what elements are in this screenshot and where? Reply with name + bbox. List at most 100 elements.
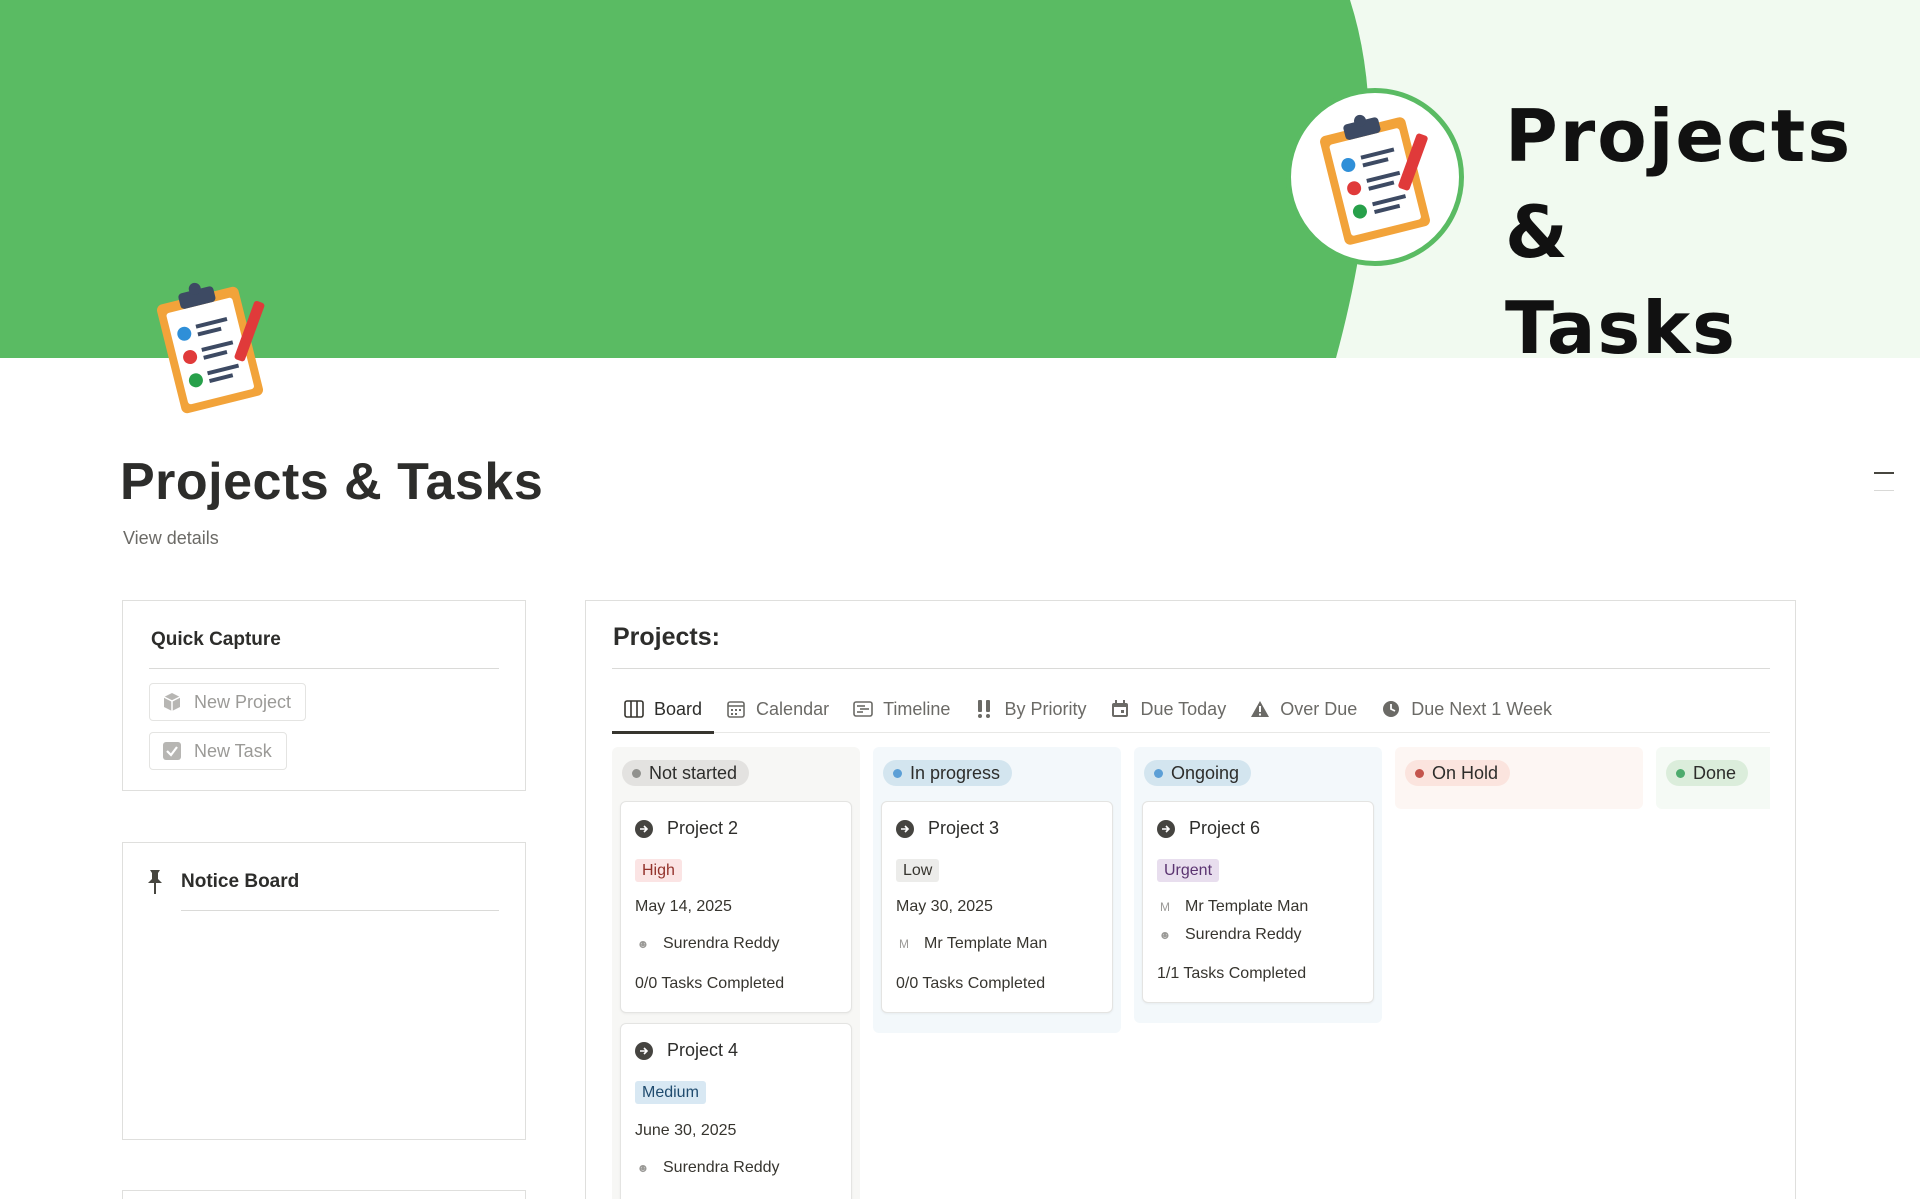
due-date: May 30, 2025 [896, 898, 993, 915]
status-dot [893, 768, 902, 778]
board-icon [624, 699, 644, 719]
timeline-icon [853, 699, 873, 719]
tab-label: Due Next 1 Week [1411, 698, 1552, 719]
toc-line [1874, 472, 1894, 474]
person-row: ☻ Surendra Reddy [1157, 926, 1302, 944]
status-dot [1415, 768, 1424, 778]
notice-board-card: Notice Board [122, 842, 526, 1140]
quick-capture-title: Quick Capture [151, 629, 281, 650]
divider [181, 910, 499, 911]
column-not-started: Not started Project 2 High May 14, 2025 … [612, 747, 860, 1199]
project-name: Project 6 [1189, 818, 1261, 838]
project-card[interactable]: Project 6 Urgent M Mr Template Man ☻ Suren… [1142, 801, 1374, 1003]
status-badge[interactable]: Ongoing [1144, 760, 1252, 786]
cover-title-line1: Projects & [1505, 94, 1853, 274]
arrow-right-icon [635, 1041, 653, 1060]
page-title: Projects & Tasks [120, 453, 544, 511]
priority-tag: Low [896, 859, 940, 882]
person-row: M Mr Template Man [896, 935, 1047, 953]
status-label: On Hold [1432, 762, 1499, 783]
column-in-progress: In progress Project 3 Low May 30, 2025 M… [873, 747, 1121, 1033]
new-task-label: New Task [194, 740, 272, 761]
calendar-today-icon [1110, 699, 1130, 719]
status-dot [1154, 768, 1163, 778]
task-progress: 0/0 Tasks Completed [896, 975, 1046, 992]
tab-label: By Priority [1004, 698, 1087, 719]
clipboard-icon [1320, 114, 1430, 245]
clock-icon [1381, 699, 1401, 719]
project-name: Project 4 [667, 1040, 739, 1060]
new-project-button[interactable]: New Project [149, 683, 307, 721]
project-card[interactable]: Project 4 Medium June 30, 2025 ☻ Surendra… [620, 1023, 852, 1199]
priority-tag: High [635, 859, 682, 882]
view-tabs: Board Calendar Timeline By Priority Due … [612, 685, 1770, 734]
arrow-right-icon [1157, 819, 1175, 838]
task-progress: 1/1 Tasks Completed [1157, 965, 1307, 982]
status-badge[interactable]: On Hold [1405, 760, 1511, 786]
tab-calendar[interactable]: Calendar [714, 685, 841, 733]
arrow-right-icon [635, 819, 653, 838]
page-icon[interactable] [150, 272, 276, 416]
divider [612, 668, 1770, 669]
column-ongoing: Ongoing Project 6 Urgent M Mr Template Ma… [1134, 747, 1382, 1023]
projects-panel: Projects: Board Calendar Timeline By Pri… [585, 600, 1796, 1199]
projects-title: Projects: [613, 623, 720, 651]
person-name: Surendra Reddy [663, 1159, 780, 1176]
view-details-link[interactable]: View details [123, 528, 219, 549]
tab-label: Board [654, 698, 703, 719]
avatar: ☻ [636, 937, 650, 951]
status-badge[interactable]: In progress [883, 760, 1013, 786]
due-date: June 30, 2025 [635, 1122, 737, 1139]
person-name: Mr Template Man [924, 935, 1048, 952]
cover-banner: Projects & Tasks [0, 0, 1920, 358]
status-label: Done [1693, 762, 1737, 783]
cube-icon [162, 692, 182, 712]
clipboard-icon [156, 282, 265, 414]
divider [149, 668, 499, 669]
column-done: Done [1656, 747, 1770, 809]
double-exclamation-icon [974, 699, 994, 719]
status-dot [1676, 768, 1685, 778]
tab-label: Due Today [1140, 698, 1227, 719]
status-badge[interactable]: Done [1666, 760, 1749, 786]
project-card[interactable]: Project 2 High May 14, 2025 ☻ Surendra Re… [620, 801, 852, 1013]
tab-label: Timeline [883, 698, 951, 719]
tab-board[interactable]: Board [612, 685, 715, 734]
table-of-contents-toggle[interactable] [1874, 472, 1894, 507]
tab-due-today[interactable]: Due Today [1098, 685, 1238, 733]
avatar: M [899, 937, 909, 951]
next-card [122, 1190, 526, 1199]
column-on-hold: On Hold [1395, 747, 1643, 809]
task-progress: 0/0 Tasks Completed [635, 975, 785, 992]
tab-label: Over Due [1280, 698, 1358, 719]
cover-title: Projects & Tasks [1505, 88, 1920, 358]
status-badge[interactable]: Not started [622, 760, 750, 786]
due-date: May 14, 2025 [635, 898, 732, 915]
calendar-icon [726, 699, 746, 719]
tab-label: Calendar [756, 698, 830, 719]
avatar: ☻ [1158, 928, 1172, 942]
status-dot [632, 768, 641, 778]
new-task-button[interactable]: New Task [149, 732, 287, 770]
tab-timeline[interactable]: Timeline [841, 685, 962, 733]
status-label: Ongoing [1171, 762, 1240, 783]
status-label: Not started [649, 762, 738, 783]
status-label: In progress [910, 762, 1001, 783]
avatar: ☻ [636, 1161, 650, 1175]
pin-icon [145, 869, 165, 895]
tab-over-due[interactable]: Over Due [1238, 685, 1369, 733]
cover-title-line2: Tasks [1505, 286, 1738, 358]
project-card[interactable]: Project 3 Low May 30, 2025 M Mr Template … [881, 801, 1113, 1013]
priority-tag: Medium [635, 1081, 706, 1104]
priority-tag: Urgent [1157, 859, 1220, 882]
cover-badge [1286, 88, 1464, 266]
tab-by-priority[interactable]: By Priority [962, 685, 1098, 733]
tab-due-next-1-week[interactable]: Due Next 1 Week [1369, 685, 1564, 733]
person-row: ☻ Surendra Reddy [635, 935, 780, 953]
checkbox-icon [162, 741, 182, 761]
person-row: ☻ Surendra Reddy [635, 1159, 780, 1177]
person-name: Surendra Reddy [663, 935, 780, 952]
person-name: Surendra Reddy [1185, 926, 1302, 943]
project-name: Project 2 [667, 818, 739, 838]
quick-capture-card: Quick Capture New Project New Task [122, 600, 526, 791]
